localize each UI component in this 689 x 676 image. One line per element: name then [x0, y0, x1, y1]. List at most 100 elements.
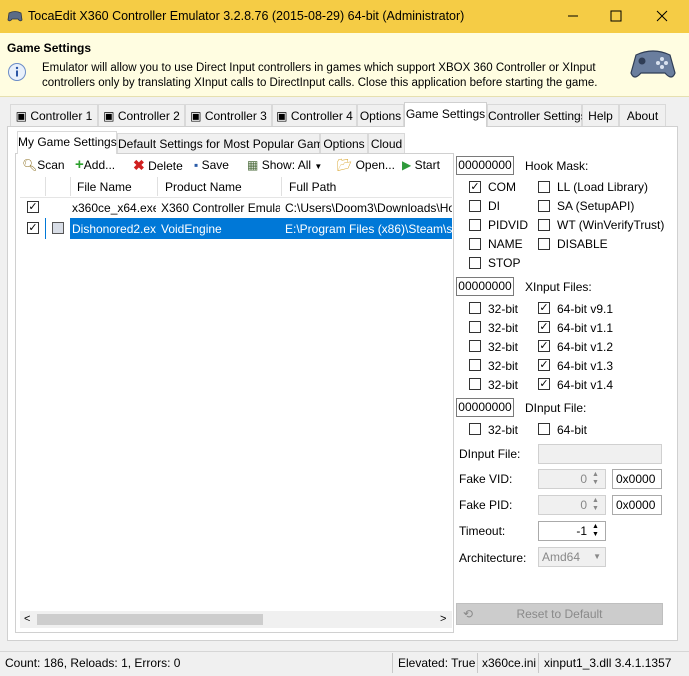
reset-to-default-button[interactable]: ⟲ Reset to Default: [456, 603, 663, 625]
show-label: Show: All: [261, 158, 312, 172]
col-divider: [70, 177, 71, 196]
plus-icon: +: [75, 156, 84, 173]
checkbox-xinput-32[interactable]: [469, 359, 481, 371]
hook-mask-label: Hook Mask:: [525, 159, 589, 173]
row-checkbox[interactable]: ✓: [27, 201, 39, 213]
floppy-icon: [52, 222, 64, 234]
start-button[interactable]: ▶ Start: [402, 156, 440, 174]
row-checkbox[interactable]: ✓: [27, 222, 39, 234]
tab-controller-1[interactable]: ▣ Controller 1: [10, 104, 98, 126]
label-xinput-64-v14: 64-bit v1.4: [557, 378, 614, 392]
status-separator: [477, 653, 478, 673]
subtab-default-settings[interactable]: Default Settings for Most Popular Games: [117, 133, 336, 153]
checkbox-pidvid[interactable]: [469, 219, 481, 231]
checkbox-xinput-32[interactable]: [469, 378, 481, 390]
xinput-files-value[interactable]: 00000000: [456, 277, 514, 296]
checkbox-ll[interactable]: [538, 181, 550, 193]
checkbox-xinput-64-v13[interactable]: ✓: [538, 359, 550, 371]
controller-icon: ▣: [276, 109, 288, 123]
col-divider: [157, 177, 158, 196]
dinput-file-field[interactable]: [538, 444, 662, 464]
spinner-icon[interactable]: ▲ ▼: [592, 471, 599, 487]
label-name: NAME: [488, 237, 523, 251]
architecture-select[interactable]: Amd64 ▼: [538, 547, 606, 567]
checkbox-xinput-32[interactable]: [469, 340, 481, 352]
label-xinput-32: 32-bit: [488, 302, 519, 316]
column-header-file-name[interactable]: File Name: [77, 180, 132, 194]
minimize-button[interactable]: [558, 4, 588, 28]
gamepad-icon: [630, 50, 676, 78]
fake-vid-hex[interactable]: 0x0000: [612, 469, 662, 489]
fake-pid-label: Fake PID:: [459, 498, 513, 512]
dinput-file-value[interactable]: 00000000: [456, 398, 514, 417]
tab-controller-2[interactable]: ▣ Controller 2: [98, 104, 185, 126]
show-dropdown[interactable]: ▦ Show: All ▼: [247, 156, 322, 174]
tab-options[interactable]: Options: [357, 104, 404, 126]
info-icon: [8, 63, 26, 81]
checkbox-xinput-64-v91[interactable]: ✓: [538, 302, 550, 314]
col-divider: [45, 177, 46, 196]
tab-controller-4[interactable]: ▣ Controller 4: [272, 104, 357, 126]
checkbox-xinput-32[interactable]: [469, 302, 481, 314]
tab-about[interactable]: About: [619, 104, 666, 126]
label-xinput-64-v12: 64-bit v1.2: [557, 340, 614, 354]
dinput-file-label: DInput File:: [525, 401, 587, 415]
label-ll: LL (Load Library): [557, 180, 648, 194]
cell-full-path: C:\Users\Doom3\Downloads\Hoax: [285, 201, 452, 215]
delete-button[interactable]: ✖ Delete: [133, 156, 183, 174]
scrollbar-thumb[interactable]: [37, 614, 263, 625]
scroll-left-icon[interactable]: <: [24, 613, 30, 625]
checkbox-xinput-32[interactable]: [469, 321, 481, 333]
add-button[interactable]: +Add...: [75, 156, 115, 174]
label-xinput-32: 32-bit: [488, 321, 519, 335]
status-ini: x360ce.ini: [482, 656, 537, 670]
open-button[interactable]: 📂︎ Open...: [337, 156, 395, 174]
save-button[interactable]: ▪ Save: [194, 156, 229, 174]
close-button[interactable]: [647, 4, 677, 28]
checkbox-xinput-64-v14[interactable]: ✓: [538, 378, 550, 390]
hook-mask-value[interactable]: 00000000: [456, 156, 514, 175]
checkbox-dinput-32[interactable]: [469, 423, 481, 435]
checkbox-disable[interactable]: [538, 238, 550, 250]
checkbox-name[interactable]: [469, 238, 481, 250]
checkbox-stop[interactable]: [469, 257, 481, 269]
tab-help[interactable]: Help: [582, 104, 619, 126]
tab-controller-3[interactable]: ▣ Controller 3: [185, 104, 272, 126]
subtab-options[interactable]: Options: [320, 133, 368, 153]
label-xinput-64-v11: 64-bit v1.1: [557, 321, 614, 335]
add-label: Add...: [83, 158, 116, 172]
tab-controller-settings[interactable]: Controller Settings: [487, 104, 587, 126]
column-header-full-path[interactable]: Full Path: [289, 180, 336, 194]
label-xinput-64-v91: 64-bit v9.1: [557, 302, 614, 316]
subtab-cloud[interactable]: Cloud: [368, 133, 405, 153]
chevron-down-icon: ▼: [593, 552, 601, 561]
column-header-product-name[interactable]: Product Name: [165, 180, 242, 194]
minimize-icon: [568, 15, 578, 17]
checkbox-dinput-64[interactable]: [538, 423, 550, 435]
subtab-my-game-settings[interactable]: My Game Settings: [17, 131, 117, 154]
col-divider: [281, 177, 282, 196]
checkbox-di[interactable]: [469, 200, 481, 212]
spinner-icon[interactable]: ▲ ▼: [592, 497, 599, 513]
checkbox-wt[interactable]: [538, 219, 550, 231]
controller-icon: ▣: [190, 109, 202, 123]
label-dinput-64: 64-bit: [557, 423, 588, 437]
spinner-icon[interactable]: ▲ ▼: [592, 523, 599, 539]
cell-product-name: VoidEngine: [161, 222, 222, 236]
timeout-label: Timeout:: [459, 524, 506, 538]
label-pidvid: PIDVID: [488, 218, 529, 232]
checkbox-xinput-64-v12[interactable]: ✓: [538, 340, 550, 352]
fake-pid-hex[interactable]: 0x0000: [612, 495, 662, 515]
tab-game-settings[interactable]: Game Settings: [404, 102, 487, 127]
checkbox-com[interactable]: ✓: [469, 181, 481, 193]
scroll-right-icon[interactable]: >: [440, 613, 446, 625]
cell-file-name: Dishonored2.exe: [72, 222, 156, 236]
scan-label: Scan: [37, 158, 65, 172]
architecture-label: Architecture:: [459, 551, 527, 565]
checkbox-xinput-64-v11[interactable]: ✓: [538, 321, 550, 333]
label-dinput-32: 32-bit: [488, 423, 519, 437]
checkbox-sa[interactable]: [538, 200, 550, 212]
chevron-down-icon: ▼: [314, 162, 323, 171]
maximize-button[interactable]: [601, 4, 631, 28]
scan-button[interactable]: 🔍︎Scan: [22, 156, 65, 174]
